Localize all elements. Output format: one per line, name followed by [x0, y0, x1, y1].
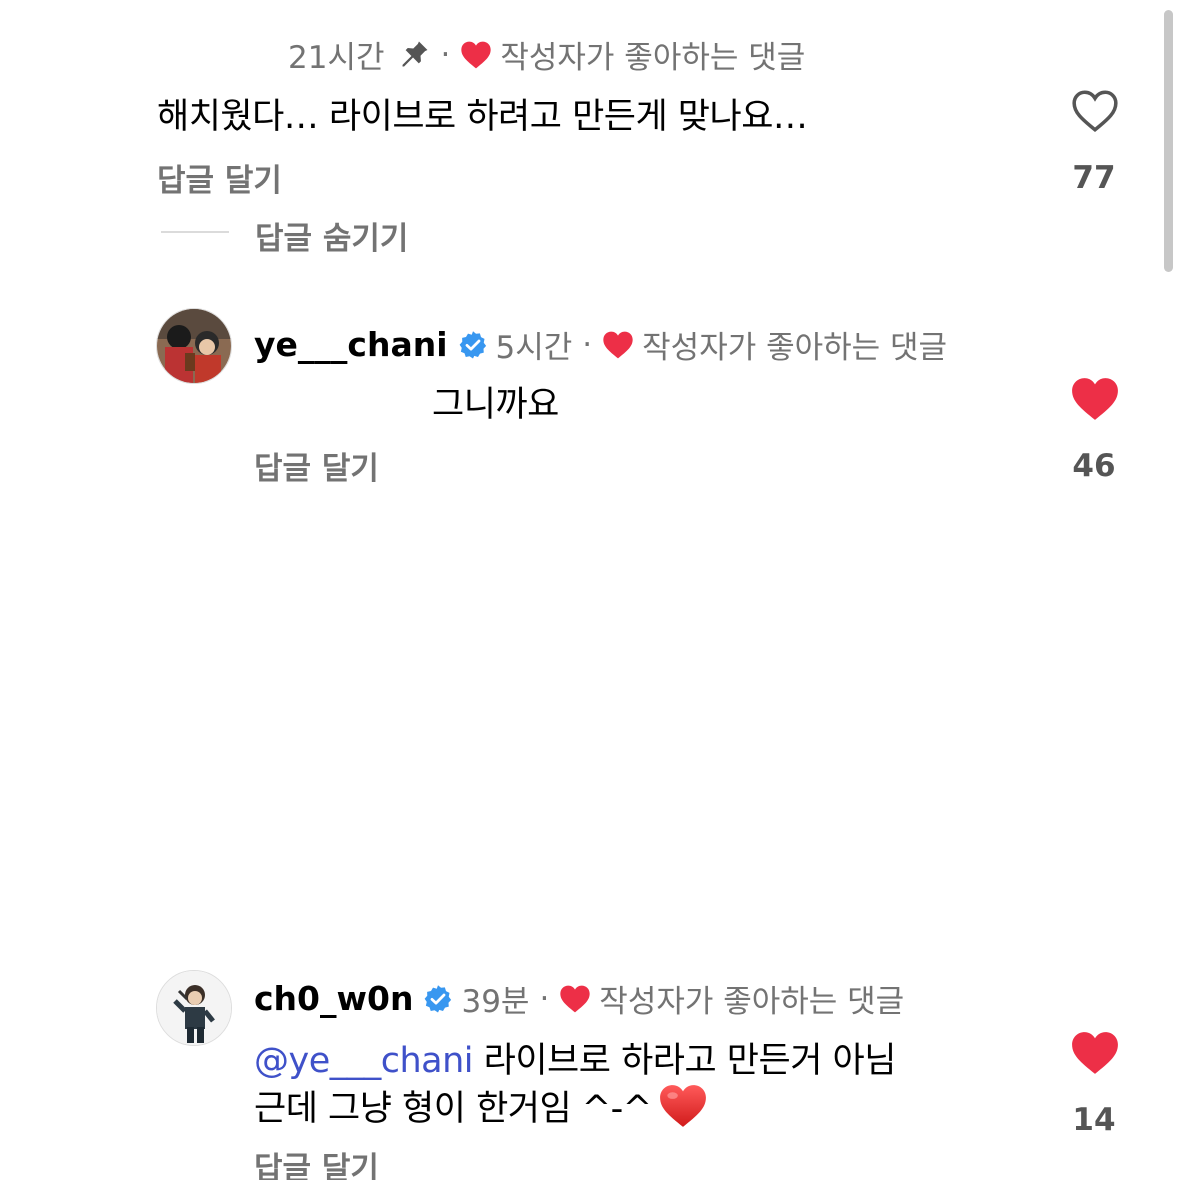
heart-filled-icon[interactable]	[1070, 376, 1120, 426]
comment-2-text: 그니까요	[432, 385, 559, 425]
creator-liked-label: 작성자가 좋아하는 댓글	[599, 984, 905, 1020]
avatar[interactable]	[156, 970, 232, 1046]
comment-3-like-count: 14	[1072, 1102, 1116, 1138]
red-heart-emoji-icon	[658, 1083, 708, 1129]
heart-filled-icon[interactable]	[1070, 1030, 1120, 1080]
comment-3-text-part: 라이브로 하라고 만든거 아님	[473, 1041, 897, 1081]
comment-3-text-line-2: 근데 그냥 형이 한거임 ^-^	[254, 1080, 708, 1131]
creator-liked-label: 작성자가 좋아하는 댓글	[500, 40, 806, 76]
verified-badge-icon	[458, 330, 488, 360]
heart-filled-icon	[559, 984, 591, 1014]
comment-2-like-count: 46	[1072, 448, 1116, 484]
comments-screen: 21시간 · 작성자가 좋아하는 댓글 해치웠다… 라이브로 하려고 만든게 맞…	[0, 0, 1179, 1180]
comment-1-reply-button[interactable]: 답글 달기	[157, 155, 282, 200]
comment-2-time: 5시간	[495, 330, 573, 366]
heart-filled-icon	[460, 40, 492, 70]
separator-dot: ·	[539, 980, 550, 1017]
separator-dot: ·	[582, 326, 593, 363]
separator-dot: ·	[440, 36, 451, 73]
comment-2-username[interactable]: ye___chani	[254, 325, 448, 364]
heart-outline-icon[interactable]	[1070, 88, 1120, 138]
pin-icon	[397, 38, 431, 72]
comment-1-time: 21시간	[288, 40, 385, 76]
comment-3-reply-button[interactable]: 답글 달기	[254, 1143, 379, 1180]
scrollbar[interactable]	[1164, 10, 1173, 272]
hide-replies-button[interactable]: 답글 숨기기	[255, 213, 408, 258]
comment-3-username[interactable]: ch0_w0n	[254, 979, 413, 1018]
heart-filled-icon	[602, 330, 634, 360]
comment-3-time: 39분	[461, 984, 530, 1020]
comment-1-like-count: 77	[1072, 160, 1116, 196]
comment-1-text: 해치웠다… 라이브로 하려고 만든게 맞나요…	[157, 97, 808, 137]
avatar[interactable]	[156, 308, 232, 384]
replies-divider-line	[161, 231, 229, 233]
verified-badge-icon	[423, 984, 453, 1014]
creator-liked-label: 작성자가 좋아하는 댓글	[642, 330, 948, 366]
comment-2-header: ye___chani 5시간 · 작성자가 좋아하는 댓글	[254, 322, 947, 367]
mention-link[interactable]: @ye___chani	[254, 1041, 474, 1081]
comment-3-text-part: 근데 그냥 형이 한거임 ^-^	[254, 1089, 652, 1129]
comment-3-header: ch0_w0n 39분 · 작성자가 좋아하는 댓글	[254, 976, 904, 1021]
comment-1-meta: 21시간 · 작성자가 좋아하는 댓글	[288, 32, 805, 77]
comment-3-text-line-1: @ye___chani 라이브로 하라고 만든거 아님	[254, 1032, 896, 1083]
comment-2-reply-button[interactable]: 답글 달기	[254, 443, 379, 488]
